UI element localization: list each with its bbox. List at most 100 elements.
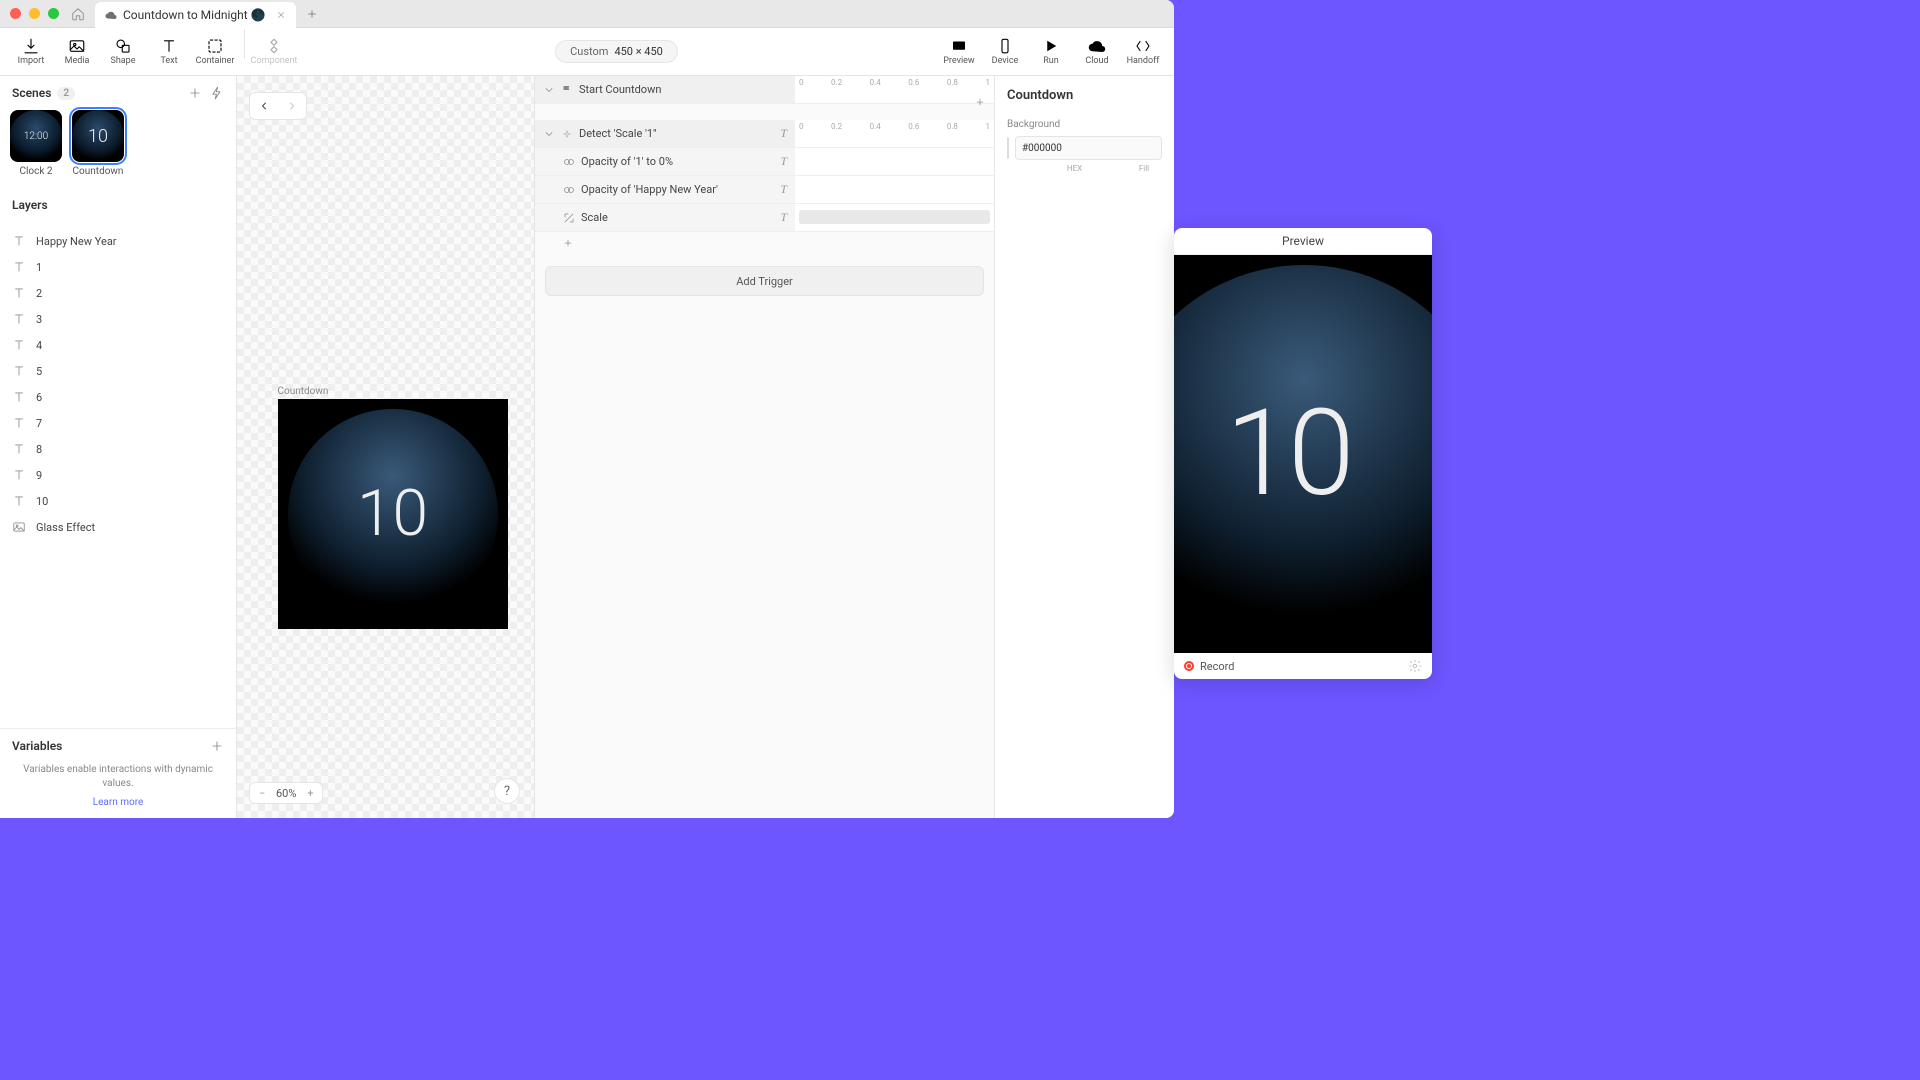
layer-row[interactable]: 7 xyxy=(0,410,236,436)
text-type-icon: T xyxy=(780,126,787,141)
cloud-button[interactable]: Cloud xyxy=(1074,29,1120,75)
record-button[interactable]: Record xyxy=(1200,660,1234,673)
timeline-bar[interactable] xyxy=(799,210,990,224)
layer-row[interactable]: Happy New Year xyxy=(0,228,236,254)
minimize-window-icon[interactable] xyxy=(29,8,40,19)
trigger-detect-scale[interactable]: Detect 'Scale '1'' T xyxy=(535,120,795,147)
preview-canvas: 10 xyxy=(1174,255,1432,653)
zoom-control: − 60% + xyxy=(249,782,323,804)
center-area: Countdown 10 − 60% + ? xyxy=(237,76,994,818)
opacity-icon xyxy=(563,184,575,196)
text-button[interactable]: Text xyxy=(146,29,192,75)
layer-name: 5 xyxy=(36,365,42,378)
learn-more-link[interactable]: Learn more xyxy=(12,797,224,808)
text-icon xyxy=(12,286,26,300)
flag-icon xyxy=(561,84,573,96)
text-icon xyxy=(12,390,26,404)
back-button[interactable] xyxy=(250,93,278,119)
handoff-button[interactable]: Handoff xyxy=(1120,29,1166,75)
left-panel: Scenes 2 12:00 Clock 2 10 Countdown Laye… xyxy=(0,76,237,818)
layer-name: 7 xyxy=(36,417,42,430)
layer-row[interactable]: Glass Effect xyxy=(0,514,236,540)
nav-arrows xyxy=(249,92,307,120)
component-button: Component xyxy=(251,29,297,75)
text-icon xyxy=(12,364,26,378)
app-window: Countdown to Midnight 🌑 Import Media Sha… xyxy=(0,0,1174,818)
close-window-icon[interactable] xyxy=(10,8,21,19)
tab-active[interactable]: Countdown to Midnight 🌑 xyxy=(95,2,296,28)
text-icon xyxy=(12,494,26,508)
add-trigger-button[interactable]: Add Trigger xyxy=(545,266,984,296)
help-button[interactable]: ? xyxy=(494,778,520,804)
canvas-size-selector[interactable]: Custom 450 × 450 xyxy=(555,40,678,63)
text-icon xyxy=(12,416,26,430)
text-icon xyxy=(12,338,26,352)
action-scale[interactable]: Scale T xyxy=(535,204,795,231)
timeline-track[interactable]: 00.20.40.60.81 xyxy=(795,76,994,103)
add-action-icon[interactable] xyxy=(972,94,988,110)
hex-input[interactable] xyxy=(1015,136,1162,160)
opacity-icon xyxy=(563,156,575,168)
add-variable-icon[interactable] xyxy=(210,739,224,753)
action-opacity-1[interactable]: Opacity of '1' to 0% T xyxy=(535,148,795,175)
device-button[interactable]: Device xyxy=(982,29,1028,75)
layer-row[interactable]: 2 xyxy=(0,280,236,306)
timeline-track[interactable] xyxy=(795,148,994,175)
shape-button[interactable]: Shape xyxy=(100,29,146,75)
canvas-scene-label: Countdown xyxy=(278,386,329,397)
tab-title: Countdown to Midnight 🌑 xyxy=(123,8,266,22)
import-button[interactable]: Import xyxy=(8,29,54,75)
layer-row[interactable]: 8 xyxy=(0,436,236,462)
add-scene-icon[interactable] xyxy=(188,86,202,100)
scene-thumb-clock2[interactable]: 12:00 Clock 2 xyxy=(10,110,62,178)
countdown-number: 10 xyxy=(357,476,428,551)
trigger-start-countdown[interactable]: Start Countdown xyxy=(535,76,795,103)
color-swatch[interactable] xyxy=(1007,137,1009,159)
scenes-count: 2 xyxy=(57,87,75,100)
add-action-row[interactable] xyxy=(535,232,994,254)
layer-row[interactable]: 1 xyxy=(0,254,236,280)
timeline-panel: Start Countdown 00.20.40.60.81 Detect 'S… xyxy=(534,76,994,818)
layers-list: Happy New Year1234 5 6 7 89 10 Glass Effect xyxy=(0,222,236,728)
media-button[interactable]: Media xyxy=(54,29,100,75)
layer-name: 6 xyxy=(36,391,42,404)
separator xyxy=(244,29,245,59)
layer-row[interactable]: 9 xyxy=(0,462,236,488)
layer-row[interactable]: 10 xyxy=(0,488,236,514)
container-button[interactable]: Container xyxy=(192,29,238,75)
window-controls xyxy=(10,8,59,19)
chevron-down-icon xyxy=(543,128,555,140)
timeline-track[interactable] xyxy=(795,176,994,203)
preview-button[interactable]: Preview xyxy=(936,29,982,75)
scene-thumb-countdown[interactable]: 10 Countdown xyxy=(72,110,124,178)
layer-row[interactable]: 5 xyxy=(0,358,236,384)
chevron-down-icon xyxy=(543,84,555,96)
timeline-track[interactable]: 00.20.40.60.81 xyxy=(795,120,994,147)
bolt-icon[interactable] xyxy=(210,86,224,100)
close-icon[interactable] xyxy=(276,10,286,20)
canvas-preview[interactable]: 10 xyxy=(278,399,508,629)
canvas-area[interactable]: Countdown 10 − 60% + ? xyxy=(237,76,534,818)
gear-icon[interactable] xyxy=(1408,659,1422,673)
maximize-window-icon[interactable] xyxy=(48,8,59,19)
zoom-out-button[interactable]: − xyxy=(254,785,270,801)
preview-window[interactable]: Preview 10 Record xyxy=(1174,228,1432,679)
run-button[interactable]: Run xyxy=(1028,29,1074,75)
layer-row[interactable]: 6 xyxy=(0,384,236,410)
layer-name: 10 xyxy=(36,495,48,508)
text-icon xyxy=(12,468,26,482)
text-icon xyxy=(12,234,26,248)
layer-row[interactable]: 4 xyxy=(0,332,236,358)
record-icon xyxy=(1184,661,1194,671)
layer-row[interactable]: 3 xyxy=(0,306,236,332)
action-opacity-hny[interactable]: Opacity of 'Happy New Year' T xyxy=(535,176,795,203)
timeline-track[interactable] xyxy=(795,204,994,231)
inspector-title: Countdown xyxy=(1007,88,1162,103)
text-type-icon: T xyxy=(780,182,787,197)
zoom-in-button[interactable]: + xyxy=(302,785,318,801)
cloud-icon xyxy=(105,9,117,21)
home-icon[interactable] xyxy=(71,7,85,21)
background-label: Background xyxy=(1007,119,1162,130)
toolbar: Import Media Shape Text Container Compon… xyxy=(0,28,1174,76)
new-tab-button[interactable] xyxy=(300,2,324,26)
